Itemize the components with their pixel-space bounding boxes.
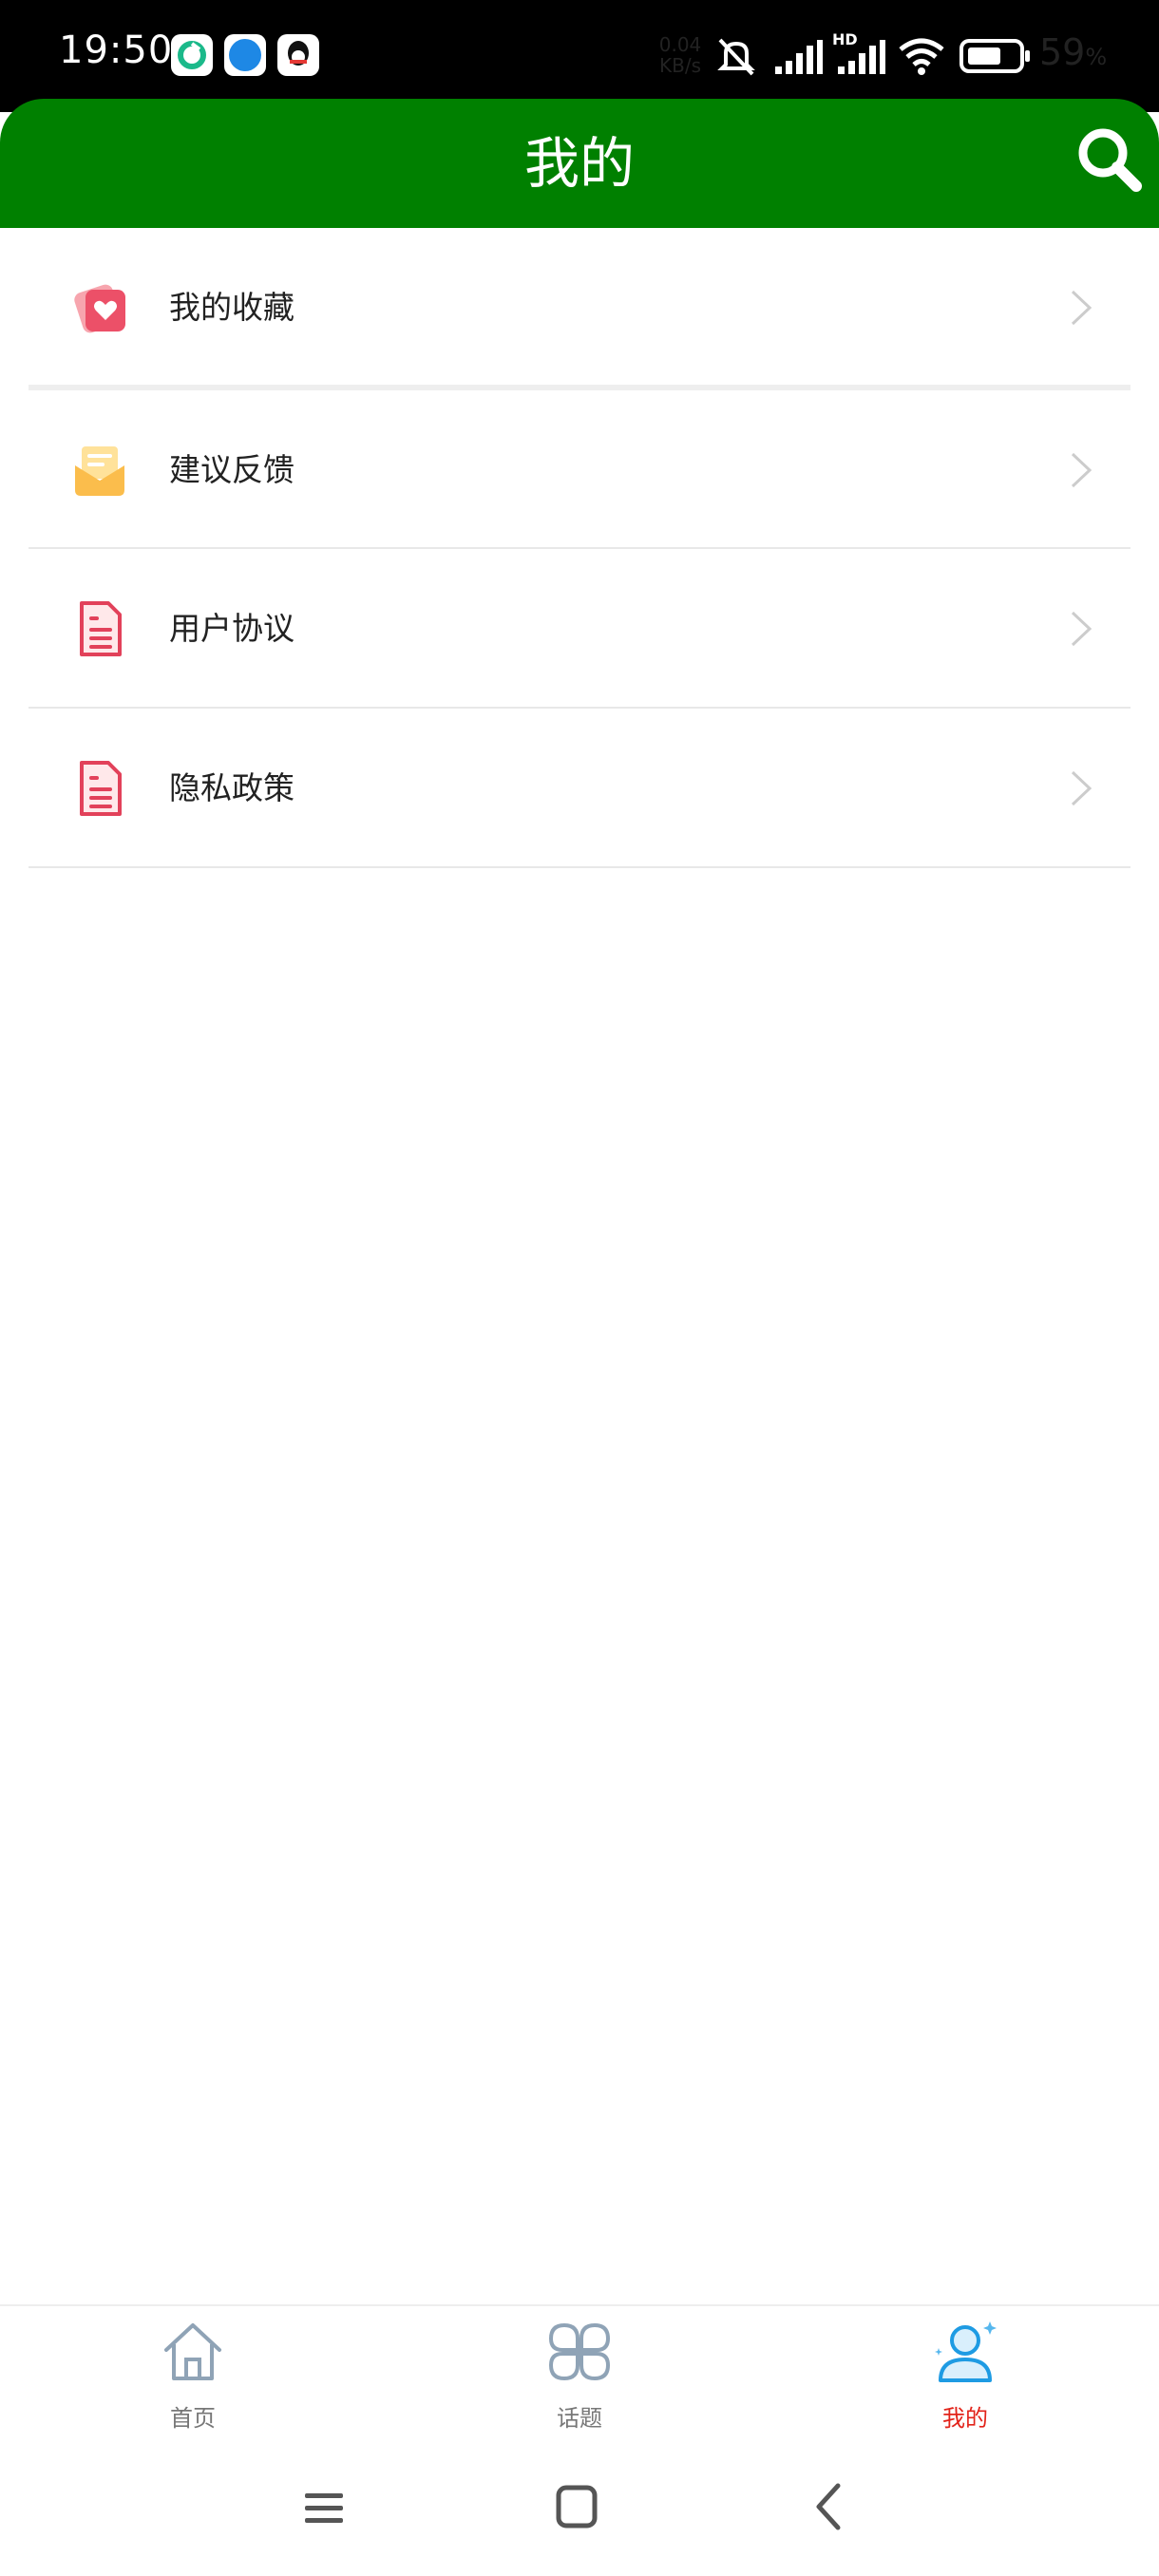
tab-label: 我的 <box>942 2405 988 2432</box>
menu-divider <box>28 866 1130 868</box>
wifi-icon <box>897 34 946 78</box>
back-nav-button[interactable] <box>798 2474 864 2541</box>
home-icon <box>159 2318 227 2386</box>
vibrate-mute-icon <box>712 32 760 80</box>
menu-item-privacy-policy[interactable]: 隐私政策 <box>28 709 1130 868</box>
battery-icon <box>960 38 1032 74</box>
tab-topics[interactable]: 话题 <box>484 2308 674 2441</box>
battery-percent-value: 59 <box>1039 31 1086 73</box>
signal-icon <box>773 38 823 76</box>
search-button[interactable] <box>1074 123 1146 196</box>
topics-grid-icon <box>545 2318 614 2386</box>
menu-item-label: 用户协议 <box>169 610 294 647</box>
back-nav-icon <box>816 2483 841 2530</box>
menu-nav-button[interactable] <box>290 2474 356 2541</box>
menu-item-label: 隐私政策 <box>169 769 294 806</box>
profile-icon <box>931 2318 999 2386</box>
chevron-right-icon <box>1070 451 1092 489</box>
chevron-right-icon <box>1070 289 1092 327</box>
qq-app-icon <box>277 34 319 76</box>
menu-item-label: 建议反馈 <box>169 451 294 488</box>
menu-item-label: 我的收藏 <box>169 289 294 326</box>
speed-unit: KB/s <box>659 54 701 77</box>
network-speed: 0.04 KB/s <box>656 34 705 76</box>
home-nav-button[interactable] <box>543 2474 610 2541</box>
battery-percentage: 59% <box>1039 31 1107 73</box>
document-icon <box>66 755 133 822</box>
status-time: 19:50 <box>59 28 174 72</box>
document-icon <box>66 596 133 662</box>
chevron-right-icon <box>1070 769 1092 807</box>
tab-label: 话题 <box>557 2405 602 2432</box>
tab-label: 首页 <box>170 2405 216 2432</box>
battery-percent-unit: % <box>1085 44 1108 70</box>
favorites-icon <box>66 275 133 341</box>
tab-mine[interactable]: 我的 <box>870 2308 1060 2441</box>
search-icon <box>1078 128 1142 192</box>
menu-item-user-agreement[interactable]: 用户协议 <box>28 549 1130 709</box>
chevron-right-icon <box>1070 610 1092 648</box>
page-title: 我的 <box>523 131 635 196</box>
compass-app-icon <box>224 34 266 76</box>
app-green-icon <box>171 34 213 76</box>
menu-item-feedback[interactable]: 建议反馈 <box>28 390 1130 550</box>
menu-nav-icon <box>305 2493 343 2523</box>
menu-item-favorites[interactable]: 我的收藏 <box>28 228 1130 388</box>
tab-home[interactable]: 首页 <box>98 2308 288 2441</box>
tabbar-divider <box>0 2304 1159 2306</box>
speed-value: 0.04 <box>658 33 702 56</box>
signal-hd-icon: HD <box>832 30 887 78</box>
feedback-mail-icon <box>66 437 133 503</box>
home-nav-icon <box>556 2485 598 2529</box>
